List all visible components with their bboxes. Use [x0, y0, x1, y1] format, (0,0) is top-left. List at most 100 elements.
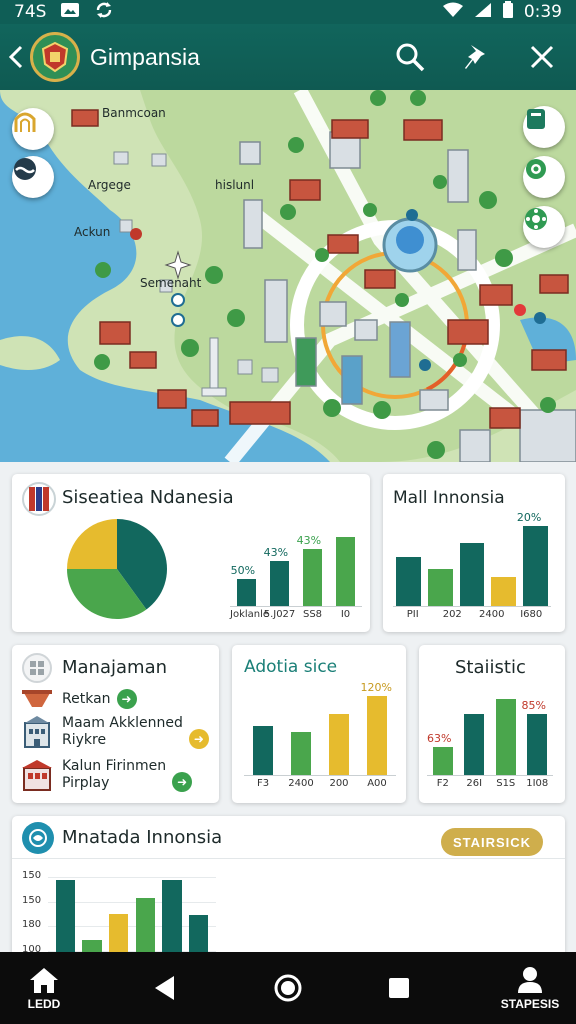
square-recents-icon — [389, 978, 409, 998]
search-button[interactable] — [388, 35, 432, 79]
list-item[interactable]: Maam Akklenned Riykre ➜ — [20, 715, 209, 749]
x-axis — [230, 606, 362, 607]
x-axis — [244, 775, 396, 776]
adotia-card[interactable]: Adotia sice 120% F3 2400 200 A00 — [232, 645, 406, 803]
landmark-layer-button[interactable] — [12, 108, 54, 150]
user-icon — [518, 966, 542, 993]
flag-icon — [22, 482, 56, 516]
chart-bar — [302, 548, 323, 606]
pie-chart — [67, 519, 167, 619]
triangle-back-icon — [155, 976, 174, 1000]
wave-icon — [14, 158, 36, 180]
location-button[interactable] — [523, 156, 565, 198]
card-title: Siseatiea Ndanesia — [62, 487, 234, 508]
card-title: Adotia sice — [244, 657, 338, 677]
card-title: Mnatada Innonsia — [62, 827, 223, 848]
navigation-bar: LEDD STAPESIS — [0, 952, 576, 1024]
target-icon — [526, 159, 546, 179]
chart-bar — [366, 696, 388, 775]
home-icon — [30, 967, 58, 993]
settings-button[interactable] — [523, 206, 565, 248]
y-tick-label: 150 — [22, 894, 42, 906]
x-tick-label: A00 — [367, 778, 387, 789]
data-label: 63% — [427, 732, 452, 746]
list-item[interactable]: Retkan ➜ — [20, 687, 137, 711]
nav-profile-button[interactable]: STAPESIS — [494, 952, 566, 1024]
chart-bar — [252, 725, 274, 775]
city-map[interactable]: Banmcoan Argege Ackun hislunl Semenaht — [0, 90, 576, 462]
pie-slice — [67, 519, 117, 569]
data-label: 43% — [296, 533, 322, 547]
chart-bar — [432, 747, 453, 775]
divider — [12, 858, 565, 859]
bar-chart: 150 150 180 100 — [12, 864, 272, 962]
x-tick-label: 2400 — [288, 778, 314, 789]
status-left-text: 74S — [14, 2, 47, 22]
mall-card[interactable]: Mall Innonsia 20% PII 202 2400 I680 — [383, 474, 565, 632]
summary-card[interactable]: Mnatada Innonsia STAIRSICK 150 150 180 100 — [12, 816, 565, 962]
market-icon — [22, 760, 52, 791]
bowl-icon — [22, 690, 52, 707]
statistic-chip[interactable]: STAIRSICK — [441, 828, 543, 856]
arrow-icon: ➜ — [172, 772, 193, 792]
gridline — [48, 877, 216, 878]
back-button[interactable] — [2, 37, 30, 77]
chart-bar — [396, 556, 422, 606]
emblem-icon — [41, 41, 69, 73]
x-tick-label: 5.J027 — [263, 609, 296, 620]
image-notification-icon — [60, 2, 80, 23]
x-tick-label: 1I08 — [526, 778, 549, 789]
list-item-label: Kalun Firinmen Pirplay — [62, 758, 167, 791]
x-tick-label: S1S — [496, 778, 516, 789]
app-bar: Gimpansia — [0, 24, 576, 90]
data-label: 20% — [516, 511, 542, 525]
statistic-card[interactable]: Staiistic 63% 85% F2 26I S1S 1I08 — [419, 645, 565, 803]
chart-bar — [428, 569, 453, 606]
x-tick-label: Joklanle — [230, 609, 270, 620]
x-tick-label: I0 — [340, 609, 351, 620]
bar-chart: 120% F3 2400 200 A00 — [244, 681, 399, 799]
data-label: 50% — [230, 564, 256, 578]
gear-icon — [525, 208, 547, 230]
card-title: Staiistic — [455, 657, 526, 678]
search-icon — [396, 43, 425, 72]
chart-bar — [522, 526, 548, 606]
pin-icon — [465, 45, 485, 69]
x-tick-label: SS8 — [302, 609, 323, 620]
nav-home-button[interactable]: LEDD — [14, 952, 74, 1024]
map-label: Argege — [88, 178, 131, 192]
arrow-icon: ➜ — [116, 689, 137, 709]
chart-bar — [236, 579, 257, 606]
status-bar: 74S 0:39 — [0, 0, 576, 24]
list-item[interactable]: Kalun Firinmen Pirplay ➜ — [20, 758, 193, 792]
map-label: Ackun — [74, 225, 111, 239]
x-tick-label: 202 — [442, 609, 462, 620]
chart-bar — [491, 577, 516, 606]
circle-home-icon — [274, 974, 302, 1002]
nav-profile-label: STAPESIS — [500, 996, 560, 1011]
chart-bar — [55, 879, 75, 956]
battery-icon — [502, 0, 514, 24]
sync-icon — [94, 1, 114, 24]
close-icon — [530, 45, 554, 69]
management-card[interactable]: Manajaman Retkan ➜ Maam Akklenned Riykre… — [12, 645, 219, 803]
wifi-icon — [442, 2, 464, 23]
map-label: Banmcoan — [102, 106, 166, 120]
chart-bar — [135, 898, 155, 956]
wave-layer-button[interactable] — [12, 156, 54, 198]
nav-home-circle-button[interactable] — [262, 952, 314, 1024]
x-tick-label: 2400 — [479, 609, 505, 620]
x-tick-label: I680 — [520, 609, 543, 620]
close-button[interactable] — [520, 35, 564, 79]
bookmark-button[interactable] — [523, 106, 565, 148]
nav-recents-button[interactable] — [374, 952, 424, 1024]
chart-bar — [109, 914, 129, 956]
app-logo — [30, 32, 80, 82]
bar-chart: 50% 43% 43% Joklanle 5.J027 SS8 I0 — [230, 518, 370, 628]
bar-chart: 63% 85% F2 26I S1S 1I08 — [427, 681, 561, 799]
list-item-label: Retkan — [62, 690, 111, 707]
pin-button[interactable] — [454, 35, 498, 79]
arrow-icon: ➜ — [188, 729, 209, 749]
overview-card[interactable]: Siseatiea Ndanesia 50% 43% 43% Joklanle 5.J0… — [12, 474, 370, 632]
nav-back-button[interactable] — [140, 952, 190, 1024]
